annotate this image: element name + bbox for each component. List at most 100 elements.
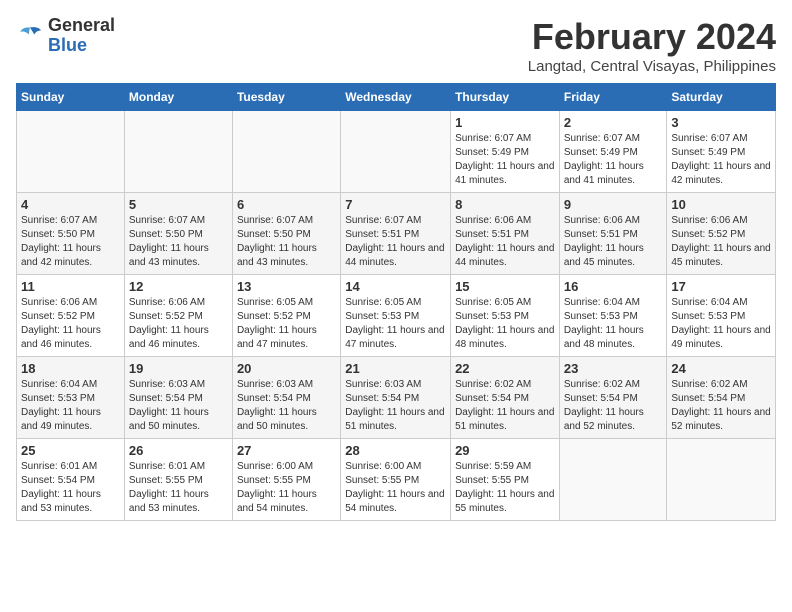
table-cell: 15Sunrise: 6:05 AM Sunset: 5:53 PM Dayli…	[451, 275, 560, 357]
day-info: Sunrise: 5:59 AM Sunset: 5:55 PM Dayligh…	[455, 460, 555, 516]
table-cell: 13Sunrise: 6:05 AM Sunset: 5:52 PM Dayli…	[232, 275, 340, 357]
day-number: 5	[129, 197, 228, 212]
col-monday: Monday	[124, 84, 232, 111]
day-number: 10	[671, 197, 771, 212]
day-number: 20	[237, 361, 336, 376]
table-cell: 8Sunrise: 6:06 AM Sunset: 5:51 PM Daylig…	[451, 193, 560, 275]
col-thursday: Thursday	[451, 84, 560, 111]
table-cell: 17Sunrise: 6:04 AM Sunset: 5:53 PM Dayli…	[667, 275, 776, 357]
day-info: Sunrise: 6:07 AM Sunset: 5:50 PM Dayligh…	[237, 214, 336, 270]
table-cell: 4Sunrise: 6:07 AM Sunset: 5:50 PM Daylig…	[17, 193, 125, 275]
table-cell	[124, 111, 232, 193]
day-info: Sunrise: 6:01 AM Sunset: 5:55 PM Dayligh…	[129, 460, 228, 516]
table-cell: 20 Sunrise: 6:03 AM Sunset: 5:54 PM Dayli…	[232, 357, 340, 439]
page-header: General Blue February 2024 Langtad, Cent…	[16, 16, 776, 75]
table-cell: 16Sunrise: 6:04 AM Sunset: 5:53 PM Dayli…	[559, 275, 667, 357]
title-block: February 2024 Langtad, Central Visayas, …	[528, 16, 776, 75]
logo-text: General Blue	[48, 16, 115, 56]
table-cell: 18 Sunrise: 6:04 AM Sunset: 5:53 PM Dayli…	[17, 357, 125, 439]
table-cell: 19 Sunrise: 6:03 AM Sunset: 5:54 PM Dayli…	[124, 357, 232, 439]
day-number: 17	[671, 279, 771, 294]
day-number: 29	[455, 443, 555, 458]
table-cell: 22 Sunrise: 6:02 AM Sunset: 5:54 PM Dayli…	[451, 357, 560, 439]
day-number: 18	[21, 361, 120, 376]
table-cell	[341, 111, 451, 193]
table-cell: 25Sunrise: 6:01 AM Sunset: 5:54 PM Dayli…	[17, 439, 125, 521]
week-row-1: 1 Sunrise: 6:07 AM Sunset: 5:49 PM Daylig…	[17, 111, 776, 193]
day-number: 19	[129, 361, 228, 376]
day-info: Sunrise: 6:04 AM Sunset: 5:53 PM Dayligh…	[21, 378, 120, 434]
location-subtitle: Langtad, Central Visayas, Philippines	[528, 58, 776, 75]
day-info: Sunrise: 6:05 AM Sunset: 5:53 PM Dayligh…	[345, 296, 446, 352]
day-info: Sunrise: 6:07 AM Sunset: 5:51 PM Dayligh…	[345, 214, 446, 270]
day-info: Sunrise: 6:06 AM Sunset: 5:52 PM Dayligh…	[21, 296, 120, 352]
table-cell: 24 Sunrise: 6:02 AM Sunset: 5:54 PM Dayli…	[667, 357, 776, 439]
table-cell: 6Sunrise: 6:07 AM Sunset: 5:50 PM Daylig…	[232, 193, 340, 275]
logo-general: General	[48, 15, 115, 35]
week-row-3: 11 Sunrise: 6:06 AM Sunset: 5:52 PM Dayli…	[17, 275, 776, 357]
table-cell: 2 Sunrise: 6:07 AM Sunset: 5:49 PM Daylig…	[559, 111, 667, 193]
day-number: 16	[564, 279, 663, 294]
day-info: Sunrise: 6:00 AM Sunset: 5:55 PM Dayligh…	[237, 460, 336, 516]
day-number: 12	[129, 279, 228, 294]
day-info: Sunrise: 6:07 AM Sunset: 5:49 PM Dayligh…	[671, 132, 771, 188]
day-info: Sunrise: 6:03 AM Sunset: 5:54 PM Dayligh…	[237, 378, 336, 434]
logo-bird-icon	[16, 22, 44, 50]
day-number: 7	[345, 197, 446, 212]
table-cell: 27 Sunrise: 6:00 AM Sunset: 5:55 PM Dayli…	[232, 439, 340, 521]
day-number: 2	[564, 115, 663, 130]
col-tuesday: Tuesday	[232, 84, 340, 111]
day-number: 27	[237, 443, 336, 458]
day-info: Sunrise: 6:07 AM Sunset: 5:49 PM Dayligh…	[455, 132, 555, 188]
day-info: Sunrise: 6:02 AM Sunset: 5:54 PM Dayligh…	[671, 378, 771, 434]
week-row-4: 18 Sunrise: 6:04 AM Sunset: 5:53 PM Dayli…	[17, 357, 776, 439]
day-number: 3	[671, 115, 771, 130]
table-cell: 14 Sunrise: 6:05 AM Sunset: 5:53 PM Dayli…	[341, 275, 451, 357]
calendar-table: Sunday Monday Tuesday Wednesday Thursday…	[16, 83, 776, 521]
day-info: Sunrise: 6:07 AM Sunset: 5:50 PM Dayligh…	[129, 214, 228, 270]
table-cell: 9Sunrise: 6:06 AM Sunset: 5:51 PM Daylig…	[559, 193, 667, 275]
day-info: Sunrise: 6:03 AM Sunset: 5:54 PM Dayligh…	[345, 378, 446, 434]
table-cell: 28Sunrise: 6:00 AM Sunset: 5:55 PM Dayli…	[341, 439, 451, 521]
day-info: Sunrise: 6:03 AM Sunset: 5:54 PM Dayligh…	[129, 378, 228, 434]
day-info: Sunrise: 6:02 AM Sunset: 5:54 PM Dayligh…	[564, 378, 663, 434]
header-row: Sunday Monday Tuesday Wednesday Thursday…	[17, 84, 776, 111]
table-cell	[232, 111, 340, 193]
week-row-5: 25Sunrise: 6:01 AM Sunset: 5:54 PM Dayli…	[17, 439, 776, 521]
day-info: Sunrise: 6:07 AM Sunset: 5:49 PM Dayligh…	[564, 132, 663, 188]
col-wednesday: Wednesday	[341, 84, 451, 111]
day-info: Sunrise: 6:06 AM Sunset: 5:52 PM Dayligh…	[129, 296, 228, 352]
day-number: 14	[345, 279, 446, 294]
table-cell: 3 Sunrise: 6:07 AM Sunset: 5:49 PM Daylig…	[667, 111, 776, 193]
day-info: Sunrise: 6:06 AM Sunset: 5:52 PM Dayligh…	[671, 214, 771, 270]
day-info: Sunrise: 6:06 AM Sunset: 5:51 PM Dayligh…	[564, 214, 663, 270]
day-info: Sunrise: 6:05 AM Sunset: 5:53 PM Dayligh…	[455, 296, 555, 352]
day-number: 23	[564, 361, 663, 376]
table-cell: 21 Sunrise: 6:03 AM Sunset: 5:54 PM Dayli…	[341, 357, 451, 439]
table-cell: 7 Sunrise: 6:07 AM Sunset: 5:51 PM Daylig…	[341, 193, 451, 275]
day-info: Sunrise: 6:06 AM Sunset: 5:51 PM Dayligh…	[455, 214, 555, 270]
table-cell: 10 Sunrise: 6:06 AM Sunset: 5:52 PM Dayli…	[667, 193, 776, 275]
day-number: 24	[671, 361, 771, 376]
month-title: February 2024	[528, 16, 776, 58]
day-number: 13	[237, 279, 336, 294]
table-cell: 11 Sunrise: 6:06 AM Sunset: 5:52 PM Dayli…	[17, 275, 125, 357]
table-cell	[667, 439, 776, 521]
col-saturday: Saturday	[667, 84, 776, 111]
table-cell: 1 Sunrise: 6:07 AM Sunset: 5:49 PM Daylig…	[451, 111, 560, 193]
table-cell	[559, 439, 667, 521]
day-number: 28	[345, 443, 446, 458]
day-number: 26	[129, 443, 228, 458]
day-number: 4	[21, 197, 120, 212]
day-number: 22	[455, 361, 555, 376]
day-number: 21	[345, 361, 446, 376]
table-cell: 26 Sunrise: 6:01 AM Sunset: 5:55 PM Dayli…	[124, 439, 232, 521]
week-row-2: 4 Sunrise: 6:07 AM Sunset: 5:50 PM Daylig…	[17, 193, 776, 275]
day-number: 11	[21, 279, 120, 294]
day-number: 25	[21, 443, 120, 458]
day-number: 1	[455, 115, 555, 130]
table-cell: 5 Sunrise: 6:07 AM Sunset: 5:50 PM Daylig…	[124, 193, 232, 275]
col-sunday: Sunday	[17, 84, 125, 111]
day-info: Sunrise: 6:02 AM Sunset: 5:54 PM Dayligh…	[455, 378, 555, 434]
col-friday: Friday	[559, 84, 667, 111]
